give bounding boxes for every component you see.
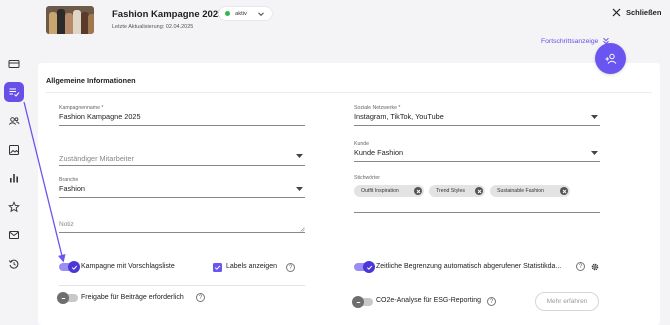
help-icon[interactable]: ? (576, 262, 585, 271)
star-icon[interactable] (4, 197, 24, 217)
progress-label: Fortschrittsanzeige (541, 37, 599, 45)
status-dropdown[interactable]: aktiv (219, 7, 272, 20)
dropdown-arrow-icon (591, 151, 598, 155)
user-add-icon (605, 53, 616, 64)
learn-more-button[interactable]: Mehr erfahren (535, 292, 599, 311)
note-placeholder: Notiz (59, 221, 74, 228)
minus-icon (61, 297, 65, 299)
co2-label: CO2e-Analyse für ESG-Reporting (376, 297, 482, 304)
remove-chip-icon[interactable] (414, 187, 422, 195)
employee-select[interactable]: Zuständiger Mitarbeiter (59, 147, 305, 167)
keyword-chip[interactable]: Trend Styles (429, 185, 485, 197)
keyword-chip[interactable]: Sustainable Fashion (490, 185, 570, 197)
status-dot (225, 11, 230, 16)
industry-value: Fashion (59, 184, 85, 193)
checklist-icon[interactable] (4, 82, 24, 102)
mail-icon[interactable] (4, 225, 24, 245)
assign-user-button[interactable] (595, 43, 626, 74)
gear-icon[interactable] (590, 262, 600, 272)
progress-toggle[interactable]: Fortschrittsanzeige (541, 37, 610, 45)
employee-placeholder: Zuständiger Mitarbeiter (59, 154, 135, 163)
field-label: Soziale Netzwerke * (354, 105, 401, 111)
users-icon[interactable] (4, 111, 24, 131)
image-icon[interactable] (4, 140, 24, 160)
approval-label: Freigabe für Beiträge erforderlich (81, 294, 184, 301)
field-label: Stichwörter (354, 175, 380, 181)
chevron-down-icon (258, 12, 264, 17)
field-label: Kunde (354, 141, 370, 147)
social-networks-select[interactable]: Soziale Netzwerke * Instagram, TikTok, Y… (354, 105, 600, 127)
bar-chart-icon[interactable] (4, 168, 24, 188)
help-icon[interactable]: ? (487, 297, 496, 306)
status-label: aktiv (235, 10, 247, 17)
customer-value: Kunde Fashion (354, 148, 404, 157)
keyword-chip[interactable]: Outfit Inspiration (354, 185, 424, 197)
check-icon (71, 265, 77, 270)
remove-chip-icon[interactable] (560, 187, 568, 195)
customer-select[interactable]: Kunde Kunde Fashion (354, 141, 600, 163)
field-label: Kampagnenname * (59, 105, 104, 111)
campaign-name-input[interactable]: Fashion Kampagne 2025 (59, 112, 141, 121)
social-networks-value: Instagram, TikTok, YouTube (354, 112, 444, 121)
dropdown-arrow-icon (591, 115, 598, 119)
field-label: Branche (59, 177, 79, 183)
co2-toggle[interactable] (352, 296, 373, 308)
last-updated: Letzte Aktualisierung: 02.04.2025 (112, 24, 194, 30)
help-icon[interactable]: ? (196, 293, 205, 302)
approval-toggle[interactable] (57, 292, 78, 304)
dropdown-arrow-icon (296, 187, 303, 191)
card-icon[interactable] (4, 54, 24, 74)
show-labels-checkbox[interactable] (213, 263, 222, 272)
history-icon[interactable] (4, 254, 24, 274)
suggestion-list-toggle[interactable] (59, 261, 80, 273)
suggestion-list-label: Kampagne mit Vorschlagsliste (81, 263, 175, 270)
campaign-title: Fashion Kampagne 2025 (112, 9, 224, 20)
help-icon[interactable]: ? (286, 263, 295, 272)
time-limit-toggle[interactable] (354, 261, 375, 273)
note-field[interactable]: Notiz (59, 219, 305, 233)
header: Fashion Kampagne 2025 Letzte Aktualisier… (28, 0, 670, 70)
check-icon (214, 265, 221, 270)
general-info-card: Allgemeine Informationen Kampagnenname *… (38, 63, 660, 325)
campaign-thumbnail (46, 6, 94, 34)
close-label: Schließen (626, 8, 662, 17)
remove-chip-icon[interactable] (475, 187, 483, 195)
keywords-field[interactable]: Stichwörter Outfit Inspiration Trend Sty… (354, 175, 600, 215)
show-labels-label: Labels anzeigen (226, 263, 277, 270)
section-title: Allgemeine Informationen (46, 76, 136, 85)
campaign-name-field[interactable]: Kampagnenname * Fashion Kampagne 2025 (59, 105, 305, 127)
check-icon (366, 265, 372, 270)
industry-select[interactable]: Branche Fashion (59, 177, 305, 199)
close-button[interactable]: Schließen (612, 8, 661, 17)
minus-icon (356, 301, 360, 303)
resize-handle-icon[interactable] (300, 227, 305, 232)
sidebar (0, 0, 28, 325)
divider (46, 92, 652, 93)
dropdown-arrow-icon (296, 154, 303, 158)
close-icon (612, 8, 621, 17)
time-limit-label: Zeitliche Begrenzung automatisch abgeruf… (376, 263, 562, 270)
